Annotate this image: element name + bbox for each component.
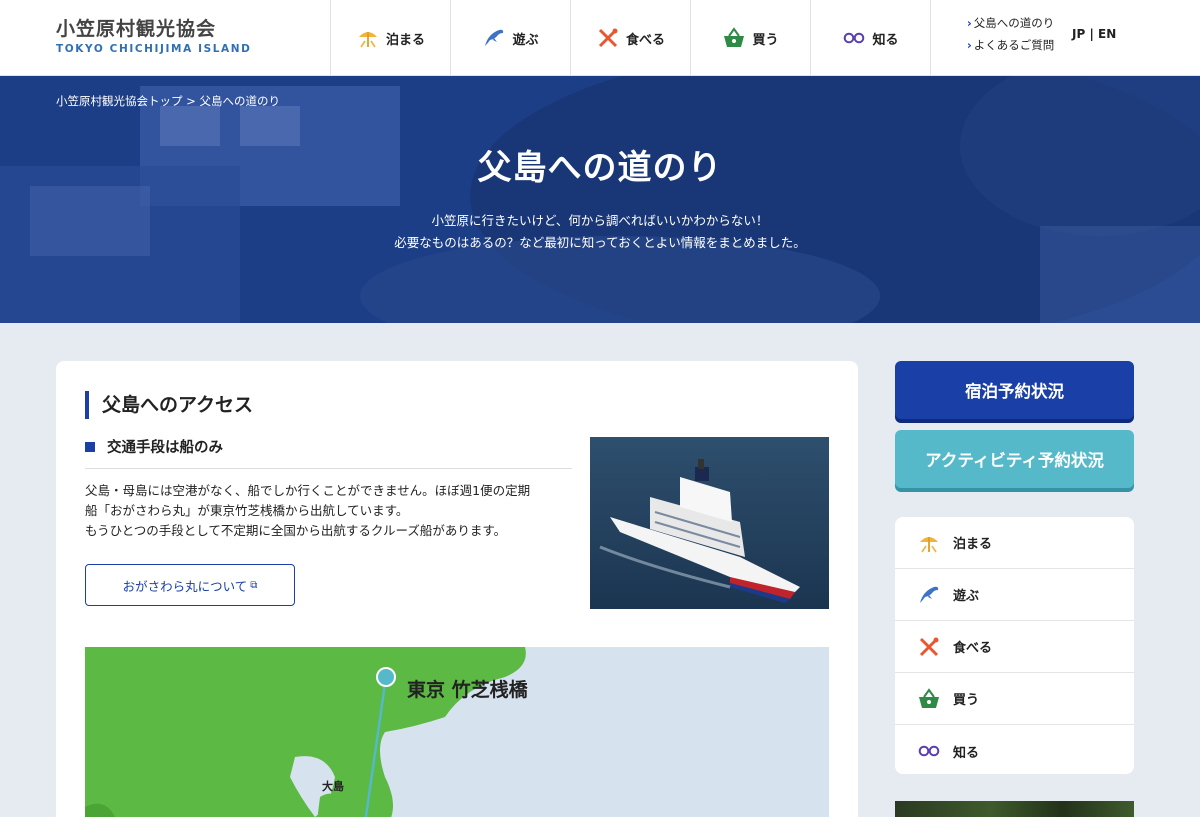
map-label-tokyo: 東京 竹芝桟橋 bbox=[407, 678, 529, 701]
glasses-icon bbox=[918, 745, 940, 757]
side-item-label: 知る bbox=[953, 745, 980, 761]
chevron-right-icon: › bbox=[967, 38, 972, 52]
side-item-buy[interactable]: 買う bbox=[895, 673, 1134, 725]
chevron-right-icon: › bbox=[967, 16, 972, 30]
side-menu: 泊まる 遊ぶ 食べる 買う 知る bbox=[895, 517, 1134, 774]
nav-item-label: 遊ぶ bbox=[512, 32, 539, 48]
nav-item-label: 買う bbox=[752, 32, 779, 48]
sidebar-banner-image[interactable] bbox=[895, 801, 1134, 817]
hero-background-image bbox=[0, 76, 1200, 323]
map-label-oshima: 大島 bbox=[322, 779, 344, 793]
side-item-eat[interactable]: 食べる bbox=[895, 621, 1134, 673]
access-card: 父島へのアクセス 交通手段は船のみ 父島・母島には空港がなく、船でしか行くことが… bbox=[56, 361, 858, 817]
external-link-icon: ⧉ bbox=[250, 579, 258, 591]
basket-icon bbox=[724, 27, 745, 47]
language-switch[interactable]: JP | EN bbox=[1072, 0, 1116, 75]
nav-item-label: 食べる bbox=[625, 32, 665, 48]
ship-photo bbox=[590, 437, 829, 609]
page-title: 父島への道のり bbox=[477, 148, 723, 188]
nav-item-learn[interactable]: 知る bbox=[810, 0, 930, 76]
glasses-icon bbox=[844, 32, 865, 44]
side-item-label: 食べる bbox=[953, 641, 993, 656]
nav-item-label: 知る bbox=[872, 32, 899, 48]
link-route-to-chichijima[interactable]: › 父島への道のり bbox=[967, 15, 1072, 31]
dolphin-icon bbox=[485, 29, 504, 46]
hero-banner: 小笠原村観光協会トップ > 父島への道のり 父島への道のり 小笠原に行きたいけど… bbox=[0, 76, 1200, 323]
nav-item-label: 泊まる bbox=[385, 32, 425, 48]
fork-knife-icon bbox=[598, 28, 618, 48]
side-item-label: 泊まる bbox=[953, 537, 993, 552]
fork-knife-icon bbox=[919, 637, 939, 656]
side-item-label: 買う bbox=[953, 693, 980, 708]
side-item-play[interactable]: 遊ぶ bbox=[895, 569, 1134, 621]
breadcrumb[interactable]: 小笠原村観光協会トップ > 父島への道のり bbox=[56, 93, 280, 109]
square-bullet-icon bbox=[85, 441, 95, 452]
side-item-label: 遊ぶ bbox=[953, 589, 980, 604]
side-item-stay[interactable]: 泊まる bbox=[895, 517, 1134, 569]
section-title: 父島へのアクセス bbox=[85, 391, 253, 419]
ogasawara-maru-button[interactable]: おがさわら丸について ⧉ bbox=[85, 564, 295, 606]
route-map: 東京 竹芝桟橋 大島 bbox=[85, 647, 829, 817]
header-links: › 父島への道のり › よくあるご質問 bbox=[930, 0, 1072, 75]
nav-item-stay[interactable]: 泊まる bbox=[330, 0, 450, 76]
nav-item-buy[interactable]: 買う bbox=[690, 0, 810, 76]
nav-item-eat[interactable]: 食べる bbox=[570, 0, 690, 76]
parasol-icon bbox=[358, 32, 377, 48]
activity-availability-button[interactable]: アクティビティ予約状況 bbox=[895, 430, 1134, 488]
site-logo[interactable]: 小笠原村観光協会 TOKYO CHICHIJIMA ISLAND bbox=[0, 0, 330, 75]
site-header: 小笠原村観光協会 TOKYO CHICHIJIMA ISLAND 泊まる 遊ぶ … bbox=[0, 0, 1200, 76]
access-description: 父島・母島には空港がなく、船でしか行くことができません。ほぼ週1便の定期 船「お… bbox=[85, 483, 531, 538]
dolphin-icon bbox=[920, 586, 939, 603]
parasol-icon bbox=[920, 536, 938, 552]
main-nav: 泊まる 遊ぶ 食べる 買う 知る bbox=[330, 0, 930, 76]
sub-title: 交通手段は船のみ bbox=[85, 436, 572, 469]
logo-japanese: 小笠原村観光協会 bbox=[56, 18, 217, 40]
side-item-learn[interactable]: 知る bbox=[895, 725, 1134, 777]
lodging-availability-button[interactable]: 宿泊予約状況 bbox=[895, 361, 1134, 419]
nav-item-play[interactable]: 遊ぶ bbox=[450, 0, 570, 76]
basket-icon bbox=[919, 687, 939, 708]
page-intro: 小笠原に行きたいけど、何から調べればいいかわからない！ 必要なものはあるの？など… bbox=[394, 213, 806, 250]
logo-english: TOKYO CHICHIJIMA ISLAND bbox=[56, 43, 252, 55]
link-faq[interactable]: › よくあるご質問 bbox=[967, 37, 1072, 53]
